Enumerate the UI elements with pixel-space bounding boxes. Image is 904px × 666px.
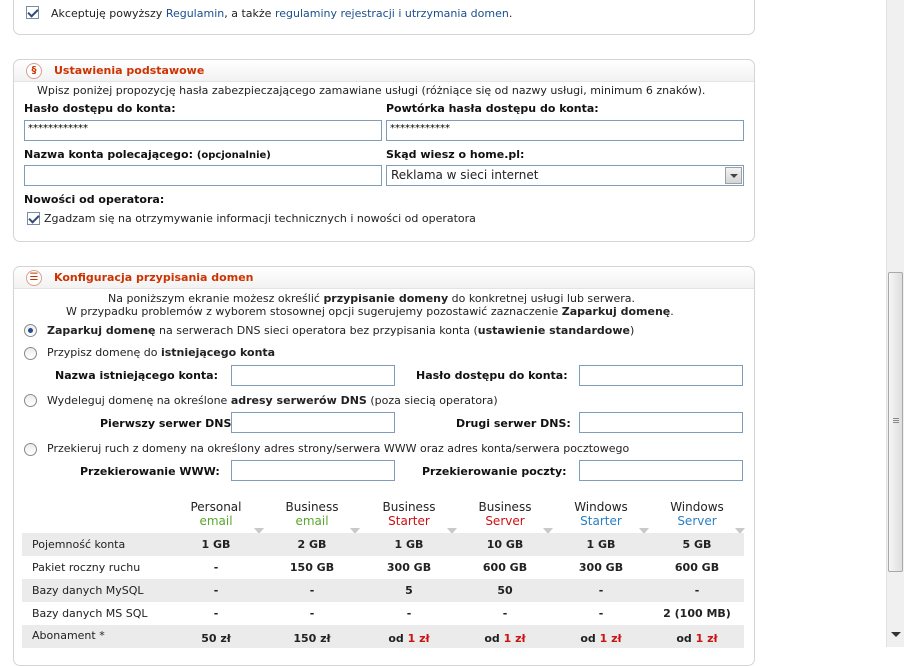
package-sub: Server <box>677 514 717 528</box>
park-domain-radio[interactable] <box>24 324 37 337</box>
domain-intro-line1: Na poniższym ekranie możesz określić prz… <box>108 292 635 305</box>
table-row: Bazy danych MS SQL - - - - - 2 (100 MB) <box>32 607 731 620</box>
package-header: Business email <box>264 500 360 528</box>
terms-text: Akceptuję powyższy Regulamin, a także re… <box>51 7 513 20</box>
delegate-dns-radio[interactable] <box>24 394 37 407</box>
package-sub: Starter <box>388 514 430 528</box>
dns1-label: Pierwszy serwer DNS: <box>100 417 236 430</box>
park-domain-label: Zaparkuj domenę na serwerach DNS sieci o… <box>47 324 635 337</box>
existing-password-input[interactable] <box>579 365 743 386</box>
assign-existing-label: Przypisz domenę do istniejącego konta <box>47 346 276 359</box>
domain-config-title: Konfiguracja przypisania domen <box>54 271 254 284</box>
source-select[interactable]: Reklama w sieci internet <box>386 165 744 186</box>
package-sub: Server <box>485 514 525 528</box>
terms-box: Akceptuję powyższy Regulamin, a także re… <box>13 0 755 35</box>
package-header: Business Server <box>457 500 553 528</box>
delegate-dns-label: Wydeleguj domenę na określone adresy ser… <box>47 394 498 407</box>
www-redirect-input[interactable] <box>231 460 395 481</box>
www-redirect-label: Przekierowanie WWW: <box>80 465 220 478</box>
referrer-optional-note: (opcjonalnie) <box>196 150 271 161</box>
news-label: Nowości od operatora: <box>24 193 165 206</box>
list-icon: ☰ <box>26 270 42 286</box>
referrer-label: Nazwa konta polecającego: (opcjonalnie) <box>24 148 271 161</box>
table-row: Pakiet roczny ruchu - 150 GB 300 GB 600 … <box>32 561 720 574</box>
existing-password-label: Hasło dostępu do konta: <box>416 369 568 382</box>
package-header: Windows Server <box>649 500 745 528</box>
order-form-page: Akceptuję powyższy Regulamin, a także re… <box>0 0 886 666</box>
password-label: Hasło dostępu do konta: <box>24 102 176 115</box>
news-checkbox[interactable] <box>27 212 40 225</box>
chevron-down-icon[interactable] <box>725 167 742 184</box>
domain-intro-line2: W przypadku problemów z wyborem stosowne… <box>66 305 674 318</box>
password-repeat-input[interactable]: ************ <box>386 120 744 141</box>
password-input[interactable]: ************ <box>24 120 382 141</box>
package-header: Personal email <box>168 500 264 528</box>
source-selected-value: Reklama w sieci internet <box>391 168 539 182</box>
package-sub: email <box>295 514 329 528</box>
redirect-label: Przekieruj ruch z domeny na określony ad… <box>47 442 630 455</box>
vertical-scrollbar[interactable] <box>886 0 904 647</box>
basic-settings-title: Ustawienia podstawowe <box>54 64 205 77</box>
terms-checkbox[interactable] <box>26 6 39 19</box>
domain-config-header: ☰ Konfiguracja przypisania domen <box>14 267 754 289</box>
scroll-down-arrow-icon[interactable] <box>891 632 901 637</box>
existing-account-input[interactable] <box>231 365 395 386</box>
regulamin-link[interactable]: Regulamin <box>166 7 224 20</box>
dns2-input[interactable] <box>579 412 743 433</box>
source-label: Skąd wiesz o home.pl: <box>386 148 525 161</box>
password-intro: Wpisz poniżej propozycję hasła zabezpiec… <box>37 84 706 97</box>
package-header: Business Starter <box>361 500 457 528</box>
mail-redirect-label: Przekierowanie poczty: <box>422 465 567 478</box>
redirect-radio[interactable] <box>24 443 37 456</box>
dns2-label: Drugi serwer DNS: <box>456 417 571 430</box>
package-sub: Starter <box>580 514 622 528</box>
scrollbar-thumb[interactable] <box>888 272 903 572</box>
existing-account-label: Nazwa istniejącego konta: <box>55 369 219 382</box>
assign-existing-radio[interactable] <box>24 347 37 360</box>
mail-redirect-input[interactable] <box>579 460 743 481</box>
dns1-input[interactable] <box>231 412 395 433</box>
package-sub: email <box>199 514 233 528</box>
password-repeat-label: Powtórka hasła dostępu do konta: <box>386 102 599 115</box>
domain-regulations-link[interactable]: regulaminy rejestracji i utrzymania dome… <box>275 7 509 20</box>
table-row: Abonament * 50 zł 150 zł od 1 zł od 1 zł… <box>22 625 744 648</box>
table-row: Pojemność konta 1 GB 2 GB 1 GB 10 GB 1 G… <box>22 533 744 556</box>
grip-icon <box>893 418 899 419</box>
section-icon: § <box>26 63 42 79</box>
table-row: Bazy danych MySQL - - 5 50 - - <box>22 579 744 602</box>
basic-settings-header: § Ustawienia podstawowe <box>14 60 754 82</box>
referrer-input[interactable] <box>24 165 382 186</box>
package-header: Windows Starter <box>553 500 649 528</box>
news-checkbox-text: Zgadzam się na otrzymywanie informacji t… <box>44 212 476 225</box>
